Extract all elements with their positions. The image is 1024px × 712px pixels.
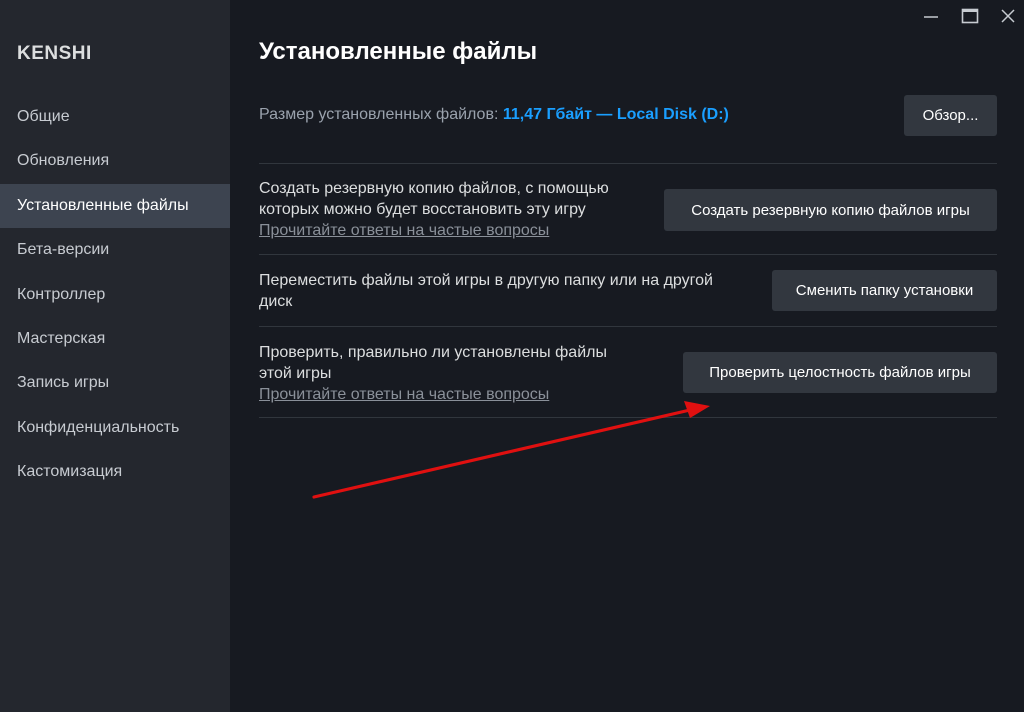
move-text-line2: диск xyxy=(259,293,293,310)
installed-size-label: Размер установленных файлов: xyxy=(259,106,499,123)
sidebar-item-controller[interactable]: Контроллер xyxy=(0,273,230,317)
backup-files-button[interactable]: Создать резервную копию файлов игры xyxy=(664,189,997,231)
move-text-line1: Переместить файлы этой игры в другую пап… xyxy=(259,272,713,289)
verify-description: Проверить, правильно ли установлены файл… xyxy=(259,342,607,405)
sidebar: KENSHI Общие Обновления Установленные фа… xyxy=(0,0,230,712)
verify-integrity-button[interactable]: Проверить целостность файлов игры xyxy=(683,352,997,393)
sidebar-item-updates[interactable]: Обновления xyxy=(0,139,230,183)
divider xyxy=(259,254,997,255)
page-title: Установленные файлы xyxy=(259,38,538,65)
app-title: KENSHI xyxy=(17,43,92,64)
sidebar-item-privacy[interactable]: Конфиденциальность xyxy=(0,406,230,450)
close-button[interactable] xyxy=(996,4,1020,28)
minimize-button[interactable] xyxy=(919,4,943,28)
sidebar-item-installed-files[interactable]: Установленные файлы xyxy=(0,183,230,229)
divider xyxy=(259,163,997,164)
backup-text-line2: которых можно будет восстановить эту игр… xyxy=(259,201,586,218)
sidebar-item-workshop[interactable]: Мастерская xyxy=(0,317,230,361)
close-icon xyxy=(1001,9,1015,23)
backup-description: Создать резервную копию файлов, с помощь… xyxy=(259,178,609,241)
divider xyxy=(259,326,997,327)
installed-size-info: Размер установленных файлов: 11,47 Гбайт… xyxy=(259,106,729,124)
sidebar-item-betas[interactable]: Бета-версии xyxy=(0,228,230,272)
move-description: Переместить файлы этой игры в другую пап… xyxy=(259,270,713,312)
browse-button[interactable]: Обзор... xyxy=(904,95,997,136)
faq-link[interactable]: Прочитайте ответы на частые вопросы xyxy=(259,384,607,405)
backup-text-line1: Создать резервную копию файлов, с помощь… xyxy=(259,180,609,197)
sidebar-item-general[interactable]: Общие xyxy=(0,95,230,139)
maximize-icon xyxy=(961,8,979,24)
verify-text-line1: Проверить, правильно ли установлены файл… xyxy=(259,344,607,361)
sidebar-item-game-recording[interactable]: Запись игры xyxy=(0,361,230,405)
minimize-icon xyxy=(924,16,938,18)
settings-nav: Общие Обновления Установленные файлы Бет… xyxy=(0,95,230,495)
divider xyxy=(259,417,997,418)
maximize-button[interactable] xyxy=(958,4,982,28)
verify-text-line2: этой игры xyxy=(259,365,332,382)
change-install-folder-button[interactable]: Сменить папку установки xyxy=(772,270,997,311)
sidebar-item-customization[interactable]: Кастомизация xyxy=(0,450,230,494)
faq-link[interactable]: Прочитайте ответы на частые вопросы xyxy=(259,220,609,241)
installed-size-value[interactable]: 11,47 Гбайт — Local Disk (D:) xyxy=(503,106,729,123)
